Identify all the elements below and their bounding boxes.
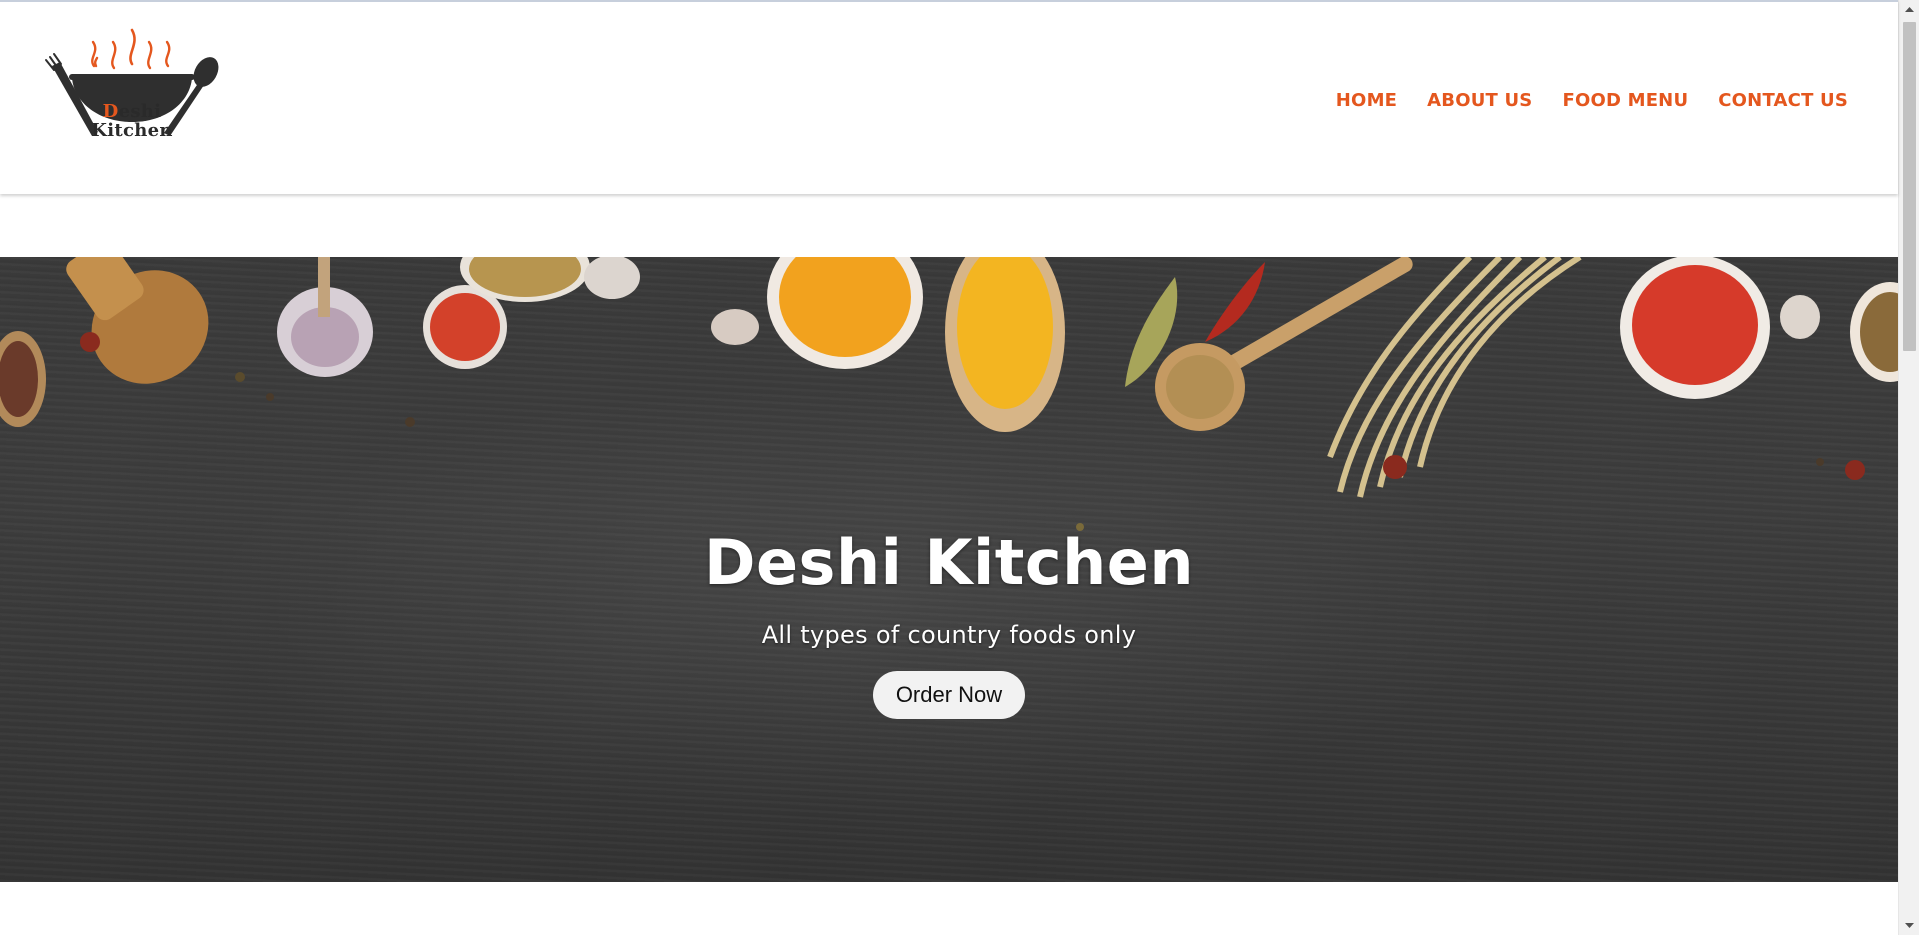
scroll-down-arrow-icon[interactable] — [1899, 917, 1919, 933]
scroll-up-arrow-icon[interactable] — [1899, 2, 1919, 18]
scrollbar-thumb[interactable] — [1903, 22, 1916, 351]
nav-about-us[interactable]: ABOUT US — [1427, 90, 1532, 111]
order-now-button[interactable]: Order Now — [872, 671, 1026, 719]
hero-content: Deshi Kitchen All types of country foods… — [0, 527, 1898, 719]
nav-contact-us[interactable]: CONTACT US — [1718, 90, 1848, 111]
logo-text-line1: Deshi — [102, 101, 162, 122]
main-nav: HOME ABOUT US FOOD MENU CONTACT US — [1336, 90, 1848, 111]
nav-food-menu[interactable]: FOOD MENU — [1562, 90, 1688, 111]
logo-link[interactable] — [44, 24, 220, 164]
wok-with-fork-and-spoon-icon — [45, 28, 219, 136]
hero-banner: Deshi Kitchen All types of country foods… — [0, 257, 1898, 882]
logo-text: Deshi Kitchen — [44, 102, 220, 140]
hero-subtitle: All types of country foods only — [761, 621, 1137, 649]
site-header: Deshi Kitchen HOME ABOUT US FOOD MENU CO… — [0, 0, 1898, 194]
hero-title: Deshi Kitchen — [704, 526, 1194, 599]
vertical-scrollbar[interactable] — [1898, 0, 1919, 935]
page: Deshi Kitchen HOME ABOUT US FOOD MENU CO… — [0, 0, 1898, 935]
logo-text-line2: Kitchen — [91, 120, 173, 141]
nav-home[interactable]: HOME — [1336, 90, 1397, 111]
